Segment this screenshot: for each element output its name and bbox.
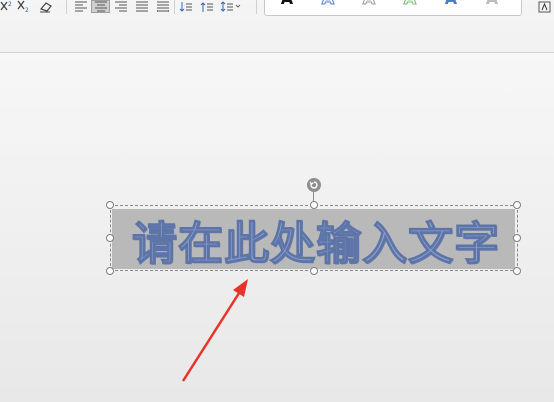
arrow-head xyxy=(233,279,248,297)
arrow-shaft xyxy=(181,289,243,382)
annotation-arrow xyxy=(181,279,248,382)
